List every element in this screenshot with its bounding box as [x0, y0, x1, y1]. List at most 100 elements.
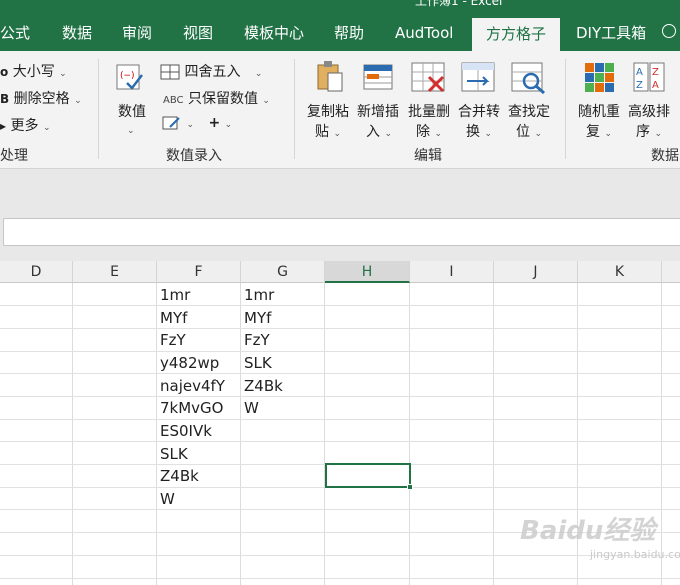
- advanced-sort-icon: AZZA: [633, 61, 667, 99]
- chevron-down-icon: ⌄: [74, 96, 82, 106]
- more-icon: ▸: [0, 119, 7, 133]
- advanced-sort-button-line2[interactable]: 序 ⌄: [636, 121, 662, 141]
- chevron-down-icon: ⌄: [434, 129, 442, 139]
- group-label-data: 数据: [651, 148, 679, 164]
- column-header-i[interactable]: I: [410, 261, 494, 283]
- smiley-icon[interactable]: [662, 24, 676, 38]
- chevron-down-icon: ⌄: [534, 129, 542, 139]
- tab-view[interactable]: 视图: [183, 16, 213, 51]
- chevron-down-icon: ⌄: [333, 129, 341, 139]
- edit-tools-button[interactable]: ⌄ + ⌄: [162, 115, 232, 131]
- cell-f8[interactable]: SLK: [157, 443, 188, 465]
- svg-text:A: A: [652, 80, 659, 91]
- column-header-partial[interactable]: [662, 261, 680, 283]
- svg-text:A: A: [636, 67, 643, 78]
- cell-f2[interactable]: MYf: [157, 307, 187, 329]
- grid-hline: [0, 555, 680, 556]
- batch-delete-button-line2[interactable]: 除 ⌄: [416, 121, 442, 141]
- group-label-numeric: 数值录入: [166, 148, 222, 164]
- chevron-down-icon[interactable]: ⌄: [127, 126, 135, 136]
- column-header-h[interactable]: H: [325, 261, 410, 283]
- tab-formulas[interactable]: 公式: [0, 16, 30, 51]
- cell-f9[interactable]: Z4Bk: [157, 465, 199, 487]
- batch-delete-icon: [411, 61, 447, 99]
- cell-f6[interactable]: 7kMvGO: [157, 397, 223, 419]
- copy-paste-button[interactable]: 复制粘: [307, 101, 349, 121]
- cell-f5[interactable]: najev4fY: [157, 375, 225, 397]
- merge-convert-button[interactable]: 合并转: [458, 101, 500, 121]
- cell-g6[interactable]: W: [241, 397, 259, 419]
- cell-g3[interactable]: FzY: [241, 329, 270, 351]
- chevron-down-icon: ⌄: [224, 120, 233, 130]
- copy-paste-icon: [314, 59, 346, 97]
- random-repeat-button[interactable]: 随机重: [578, 101, 620, 121]
- merge-convert-button-line2[interactable]: 换 ⌄: [466, 121, 492, 141]
- trim-spaces-button[interactable]: B 删除空格 ⌄: [0, 88, 82, 108]
- column-header-g[interactable]: G: [241, 261, 325, 283]
- svg-text:Z: Z: [652, 67, 659, 78]
- round-button[interactable]: 四舍五入 ⌄: [160, 61, 262, 81]
- svg-text:(−): (−): [120, 71, 135, 81]
- tab-diy-toolbox[interactable]: DIY工具箱: [576, 16, 646, 51]
- batch-delete-button[interactable]: 批量删: [408, 101, 450, 121]
- numeric-button[interactable]: 数值: [118, 101, 146, 121]
- insert-button[interactable]: 新增插: [357, 101, 399, 121]
- copy-paste-button-line2[interactable]: 贴 ⌄: [315, 121, 341, 141]
- insert-icon: [363, 63, 395, 97]
- chevron-down-icon: ⌄: [186, 120, 194, 130]
- chevron-down-icon: ⌄: [604, 129, 612, 139]
- abc-icon: ABC: [163, 95, 184, 106]
- grid-hline: [0, 351, 680, 352]
- cell-g2[interactable]: MYf: [241, 307, 271, 329]
- chevron-down-icon: ⌄: [42, 123, 51, 133]
- find-locate-icon: [511, 61, 547, 99]
- column-header-e[interactable]: E: [73, 261, 157, 283]
- cell-f3[interactable]: FzY: [157, 329, 186, 351]
- insert-button-line2[interactable]: 入 ⌄: [366, 121, 392, 141]
- cell-f10[interactable]: W: [157, 488, 175, 510]
- tab-data[interactable]: 数据: [62, 16, 92, 51]
- plus-button[interactable]: +: [208, 115, 220, 131]
- cell-g4[interactable]: SLK: [241, 352, 272, 374]
- chevron-down-icon: ⌄: [59, 69, 67, 79]
- numeric-icon: (−): [115, 61, 145, 93]
- more-button[interactable]: ▸ 更多 ⌄: [0, 115, 50, 135]
- find-locate-button-line2[interactable]: 位 ⌄: [516, 121, 542, 141]
- column-header-f[interactable]: F: [157, 261, 241, 283]
- round-icon: [160, 64, 180, 80]
- tab-template-center[interactable]: 模板中心: [244, 16, 304, 51]
- column-header-j[interactable]: J: [494, 261, 578, 283]
- grid-hline: [0, 419, 680, 420]
- fill-handle[interactable]: [407, 484, 413, 490]
- tab-audtool[interactable]: AudTool: [395, 16, 453, 51]
- find-locate-button[interactable]: 查找定: [508, 101, 550, 121]
- random-repeat-button-line2[interactable]: 复 ⌄: [586, 121, 612, 141]
- tab-review[interactable]: 审阅: [122, 16, 152, 51]
- grid-hline: [0, 373, 680, 374]
- grid-hline: [0, 328, 680, 329]
- column-header-d[interactable]: D: [0, 261, 73, 283]
- ribbon-tabs: 公式 数据 审阅 视图 模板中心 帮助 AudTool 方方格子 DIY工具箱: [0, 16, 680, 51]
- baidu-watermark: Baidu经验: [520, 516, 656, 546]
- tab-help[interactable]: 帮助: [334, 16, 364, 51]
- tab-fangfang-gezi[interactable]: 方方格子: [472, 18, 560, 51]
- svg-text:Z: Z: [636, 80, 643, 91]
- trim-icon: B: [0, 92, 10, 106]
- chevron-down-icon: ⌄: [254, 69, 263, 79]
- cell-g1[interactable]: 1mr: [241, 284, 274, 306]
- edit-icon: [162, 116, 180, 130]
- baidu-watermark-url: jingyan.baidu.com: [590, 548, 680, 561]
- cell-f4[interactable]: y482wp: [157, 352, 219, 374]
- case-icon: o: [0, 65, 9, 79]
- grid-hline: [0, 578, 680, 579]
- selected-cell-h9[interactable]: [325, 463, 411, 488]
- group-label-edit: 编辑: [414, 148, 442, 164]
- cell-f7[interactable]: ES0IVk: [157, 420, 212, 442]
- advanced-sort-button[interactable]: 高级排: [628, 101, 670, 121]
- cell-g5[interactable]: Z4Bk: [241, 375, 283, 397]
- column-header-k[interactable]: K: [578, 261, 662, 283]
- formula-input[interactable]: [3, 218, 680, 246]
- keep-value-button[interactable]: ABC 只保留数值 ⌄: [163, 88, 270, 108]
- case-button[interactable]: o 大小写 ⌄: [0, 61, 67, 81]
- cell-f1[interactable]: 1mr: [157, 284, 190, 306]
